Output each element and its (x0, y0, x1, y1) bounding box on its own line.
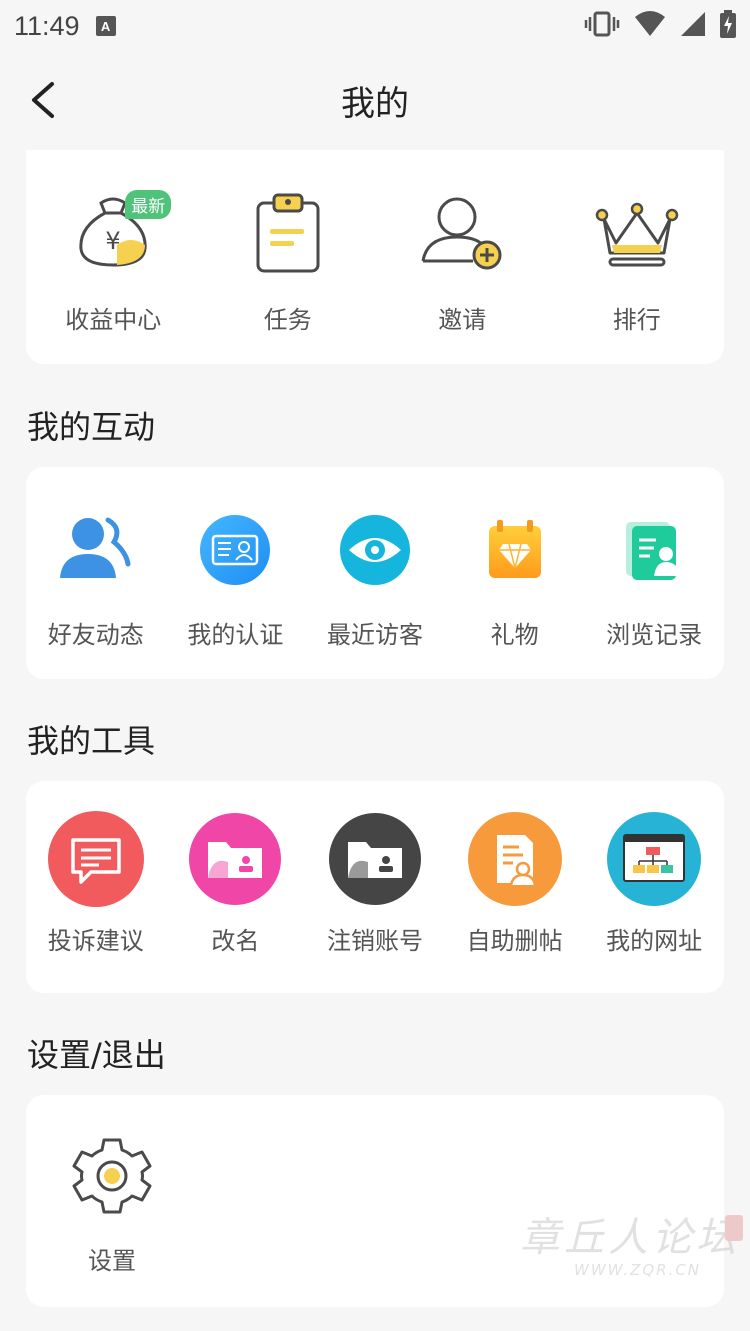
signal-icon (681, 12, 705, 36)
crown-icon (595, 202, 678, 267)
menu-item-ranking[interactable]: 排行 (550, 188, 725, 335)
menu-item-history[interactable]: 浏览记录 (584, 505, 724, 650)
section-title-settings: 设置/退出 (27, 1036, 166, 1074)
menu-item-earnings[interactable]: ¥ 最新 收益中心 (26, 188, 201, 335)
tools-card: 投诉建议 改名 注销账号 自助删帖 我的网址 (26, 781, 724, 993)
history-record-icon (626, 522, 681, 580)
eye-icon (339, 515, 410, 585)
menu-label: 投诉建议 (47, 927, 144, 955)
watermark-seal-icon (725, 1215, 743, 1241)
watermark-text: 章丘人论坛 (520, 1215, 740, 1261)
invite-user-icon (421, 197, 502, 270)
section-title-interaction: 我的互动 (27, 408, 156, 446)
back-button[interactable] (24, 78, 64, 122)
interaction-card: 好友动态 我的认证 最近访客 礼物 浏览记录 (26, 467, 724, 679)
menu-label: 自助删帖 (466, 927, 563, 955)
watermark: 章丘人论坛 WWW.ZQR.CN (520, 1205, 745, 1285)
new-badge: 最新 (125, 190, 172, 219)
vibrate-icon (584, 11, 620, 37)
menu-label: 注销账号 (326, 927, 423, 955)
menu-item-gift[interactable]: 礼物 (445, 505, 585, 650)
gear-icon (72, 1138, 152, 1214)
rename-folder-icon (189, 813, 282, 905)
menu-item-tasks[interactable]: 任务 (201, 188, 376, 335)
gift-diamond-icon (488, 520, 541, 578)
menu-label: 最近访客 (326, 621, 423, 649)
menu-item-friend-feed[interactable]: 好友动态 (26, 505, 166, 650)
notification-icon: A (95, 16, 116, 36)
menu-label: 礼物 (490, 621, 539, 649)
menu-item-verification[interactable]: 我的认证 (166, 505, 306, 650)
friends-icon (59, 517, 131, 578)
menu-label: 任务 (263, 306, 312, 334)
menu-item-visitors[interactable]: 最近访客 (305, 505, 445, 650)
battery-icon (720, 10, 736, 38)
menu-label: 改名 (211, 927, 260, 955)
status-time: 11:49 (14, 10, 80, 41)
menu-item-delete-post[interactable]: 自助删帖 (445, 809, 585, 956)
menu-label: 设置 (88, 1247, 136, 1275)
status-bar: 11:49 A (0, 0, 750, 52)
menu-label: 收益中心 (65, 306, 162, 334)
status-icons (584, 10, 736, 38)
menu-label: 我的认证 (187, 621, 284, 649)
clipboard-icon (256, 193, 320, 273)
menu-label: 我的网址 (606, 927, 703, 955)
menu-label: 排行 (612, 306, 661, 334)
menu-item-feedback[interactable]: 投诉建议 (26, 809, 166, 956)
top-card: ¥ 最新 收益中心 任务 邀请 排行 (26, 150, 724, 364)
nav-bar: 我的 (0, 52, 750, 148)
close-account-icon (328, 813, 421, 905)
menu-item-website[interactable]: 我的网址 (584, 809, 724, 956)
menu-item-rename[interactable]: 改名 (166, 809, 306, 956)
svg-text:¥: ¥ (106, 227, 121, 255)
website-icon (607, 812, 702, 906)
delete-post-icon (467, 812, 562, 906)
watermark-url: WWW.ZQR.CN (574, 1261, 702, 1279)
menu-label: 好友动态 (47, 621, 144, 649)
section-title-tools: 我的工具 (27, 722, 156, 760)
id-card-icon (200, 515, 271, 585)
page-title: 我的 (341, 83, 409, 124)
feedback-icon (47, 811, 144, 907)
menu-label: 浏览记录 (606, 621, 703, 649)
menu-item-close-account[interactable]: 注销账号 (305, 809, 445, 956)
wifi-icon (635, 11, 665, 36)
menu-label: 邀请 (438, 306, 487, 334)
menu-item-settings[interactable]: 设置 (42, 1131, 182, 1276)
menu-item-invite[interactable]: 邀请 (375, 188, 550, 335)
